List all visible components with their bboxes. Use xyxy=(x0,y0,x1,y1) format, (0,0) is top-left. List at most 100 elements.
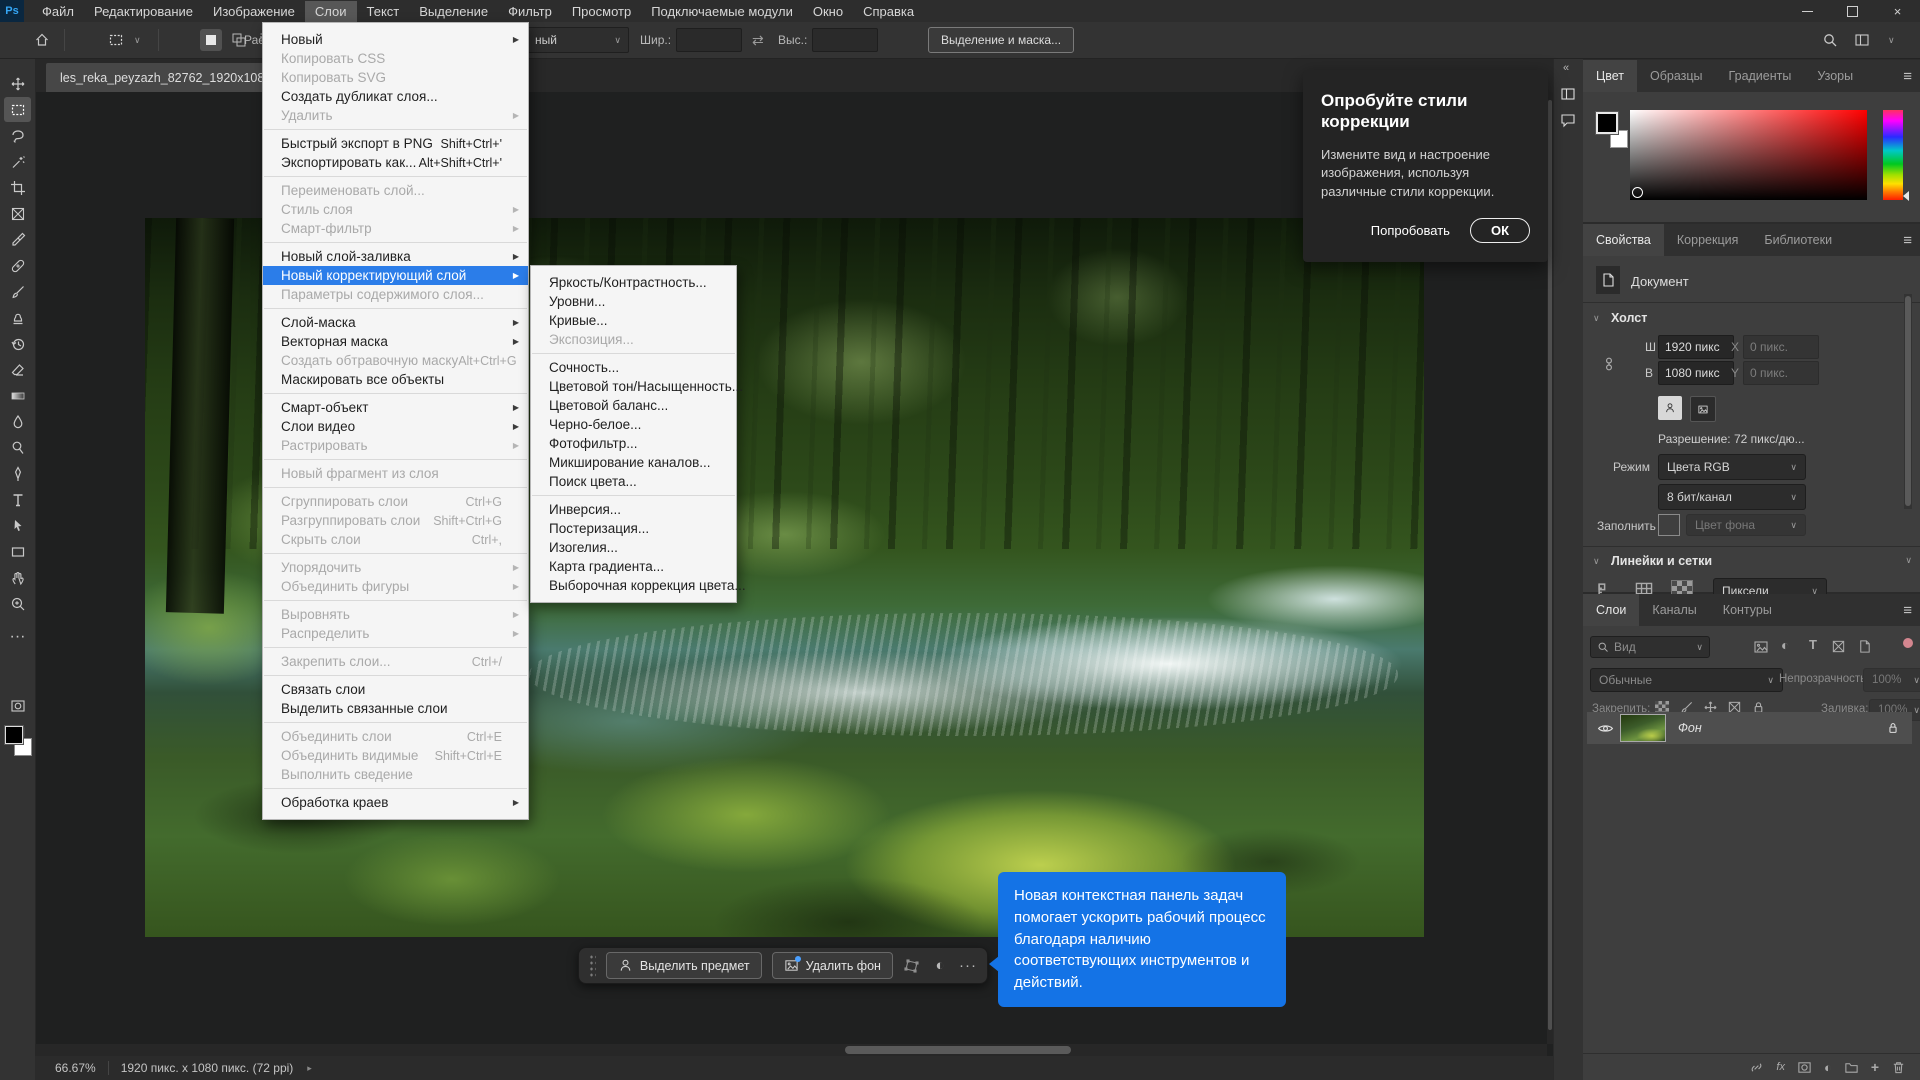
tool-preset-chevron-icon[interactable]: ∨ xyxy=(134,22,141,58)
menu-item[interactable]: Обработка краев▶ xyxy=(263,793,528,812)
layer-row-background[interactable]: Фон xyxy=(1587,712,1912,744)
menu-item[interactable]: Выборочная коррекция цвета... xyxy=(531,576,736,595)
menu-item[interactable]: Экспортировать как...Alt+Shift+Ctrl+' xyxy=(263,153,528,172)
foreground-color-swatch[interactable] xyxy=(5,726,23,744)
color-picker-circle[interactable] xyxy=(1632,187,1643,198)
menu-item[interactable]: Выделить связанные слои xyxy=(263,699,528,718)
canvas-y-input[interactable]: 0 пикс. xyxy=(1743,361,1819,385)
menubar-item[interactable]: Текст xyxy=(357,1,410,22)
ok-button[interactable]: ОК xyxy=(1470,218,1530,243)
zoom-level[interactable]: 66.67% xyxy=(55,1061,96,1075)
panel-tab[interactable]: Градиенты xyxy=(1716,60,1805,92)
menubar-item[interactable]: Подключаемые модули xyxy=(641,1,803,22)
hue-slider-pointer[interactable] xyxy=(1903,191,1909,201)
comments-panel-icon[interactable] xyxy=(1560,112,1576,128)
filter-type-icon[interactable]: T xyxy=(1809,637,1817,652)
close-button[interactable]: × xyxy=(1875,0,1920,22)
new-selection-icon[interactable] xyxy=(200,29,222,51)
panel-scrollbar[interactable] xyxy=(1904,294,1912,509)
type-tool[interactable] xyxy=(4,487,31,512)
brush-tool[interactable] xyxy=(4,279,31,304)
scroll-down-icon[interactable]: ∨ xyxy=(1905,556,1912,565)
color-field[interactable] xyxy=(1630,110,1867,200)
menubar-item[interactable]: Фильтр xyxy=(498,1,562,22)
layer-filter-search[interactable]: Вид ∨ xyxy=(1590,636,1710,658)
color-swatches[interactable] xyxy=(5,726,31,756)
visibility-eye-icon[interactable] xyxy=(1597,720,1614,737)
bit-depth-dropdown[interactable]: 8 бит/канал∨ xyxy=(1658,484,1806,510)
status-chevron-icon[interactable]: ▸ xyxy=(307,1063,312,1074)
maximize-button[interactable] xyxy=(1830,0,1875,22)
canvas-width-input[interactable]: 1920 пикс xyxy=(1658,335,1734,359)
frame-tool[interactable] xyxy=(4,201,31,226)
panel-tab[interactable]: Контуры xyxy=(1710,594,1785,626)
menu-item[interactable]: Новый корректирующий слой▶ xyxy=(263,266,528,285)
menu-item[interactable]: Инверсия... xyxy=(531,500,736,519)
more-options-icon[interactable]: ··· xyxy=(959,957,977,974)
portrait-orientation-button[interactable] xyxy=(1658,396,1682,420)
panel-tab[interactable]: Слои xyxy=(1583,594,1639,626)
pen-tool[interactable] xyxy=(4,461,31,486)
new-adjustment-layer-icon[interactable]: ◐ xyxy=(1824,1060,1832,1075)
menubar-item[interactable]: Выделение xyxy=(409,1,498,22)
rect-marquee-tool[interactable] xyxy=(4,97,31,122)
add-mask-icon[interactable] xyxy=(1797,1060,1812,1075)
menu-item[interactable]: Яркость/Контрастность... xyxy=(531,273,736,292)
workspace-icon[interactable] xyxy=(1854,22,1870,58)
expand-panels-icon[interactable]: « xyxy=(1563,62,1569,74)
fill-color-dropdown[interactable]: Цвет фона∨ xyxy=(1686,514,1806,536)
menubar-item[interactable]: Просмотр xyxy=(562,1,641,22)
edit-toolbar-icon[interactable]: ··· xyxy=(4,624,31,649)
hue-slider[interactable] xyxy=(1883,110,1903,200)
menu-item[interactable]: Маскировать все объекты xyxy=(263,370,528,389)
eyedropper-tool[interactable] xyxy=(4,227,31,252)
tool-preset-marquee-icon[interactable] xyxy=(108,22,124,58)
zoom-tool[interactable] xyxy=(4,591,31,616)
link-layers-icon[interactable] xyxy=(1749,1060,1764,1075)
menubar-item[interactable]: Изображение xyxy=(203,1,305,22)
menubar-item[interactable]: Редактирование xyxy=(84,1,203,22)
menu-item[interactable]: Микширование каналов... xyxy=(531,453,736,472)
width-input[interactable] xyxy=(676,22,742,58)
collapsed-panel-icon[interactable] xyxy=(1560,86,1576,102)
height-input[interactable] xyxy=(812,22,878,58)
menu-item[interactable]: Связать слои xyxy=(263,680,528,699)
menu-item[interactable]: Уровни... xyxy=(531,292,736,311)
history-brush-tool[interactable] xyxy=(4,331,31,356)
panel-menu-icon[interactable]: ≡ xyxy=(1903,68,1912,85)
blur-tool[interactable] xyxy=(4,409,31,434)
filter-adjustment-icon[interactable]: ◐ xyxy=(1781,637,1789,653)
layer-thumbnail[interactable] xyxy=(1620,714,1666,742)
panel-tab[interactable]: Коррекция xyxy=(1664,224,1751,256)
filter-shape-icon[interactable] xyxy=(1831,639,1846,654)
filter-toggle-icon[interactable] xyxy=(1903,638,1913,648)
panel-tab[interactable]: Свойства xyxy=(1583,224,1664,256)
shape-tool[interactable] xyxy=(4,539,31,564)
menu-item[interactable]: Цветовой баланс... xyxy=(531,396,736,415)
menu-item[interactable]: Векторная маска▶ xyxy=(263,332,528,351)
menu-item[interactable]: Кривые... xyxy=(531,311,736,330)
horizontal-scrollbar[interactable] xyxy=(35,1044,1547,1056)
quick-mask-icon[interactable] xyxy=(4,693,31,718)
remove-background-button[interactable]: Удалить фон xyxy=(772,952,893,979)
filter-image-icon[interactable] xyxy=(1753,639,1769,655)
menu-item[interactable]: Сочность... xyxy=(531,358,736,377)
menu-item[interactable]: Слой-маска▶ xyxy=(263,313,528,332)
panel-tab[interactable]: Каналы xyxy=(1639,594,1709,626)
menu-item[interactable]: Быстрый экспорт в PNGShift+Ctrl+' xyxy=(263,134,528,153)
link-dimensions-icon[interactable] xyxy=(1601,342,1617,386)
menubar-item[interactable]: Справка xyxy=(853,1,924,22)
dodge-tool[interactable] xyxy=(4,435,31,460)
search-icon[interactable] xyxy=(1822,22,1838,58)
new-layer-icon[interactable]: + xyxy=(1871,1059,1879,1075)
menu-item[interactable]: Карта градиента... xyxy=(531,557,736,576)
collapse-rulers-icon[interactable]: ∨ xyxy=(1593,557,1600,566)
object-selection-tool[interactable] xyxy=(4,149,31,174)
try-button[interactable]: Попробовать xyxy=(1371,223,1450,238)
eraser-tool[interactable] xyxy=(4,357,31,382)
fill-color-swatch[interactable] xyxy=(1658,514,1680,536)
menu-item[interactable]: Постеризация... xyxy=(531,519,736,538)
landscape-orientation-button[interactable] xyxy=(1690,396,1716,422)
color-mode-dropdown[interactable]: Цвета RGB∨ xyxy=(1658,454,1806,480)
menu-item[interactable]: Смарт-объект▶ xyxy=(263,398,528,417)
